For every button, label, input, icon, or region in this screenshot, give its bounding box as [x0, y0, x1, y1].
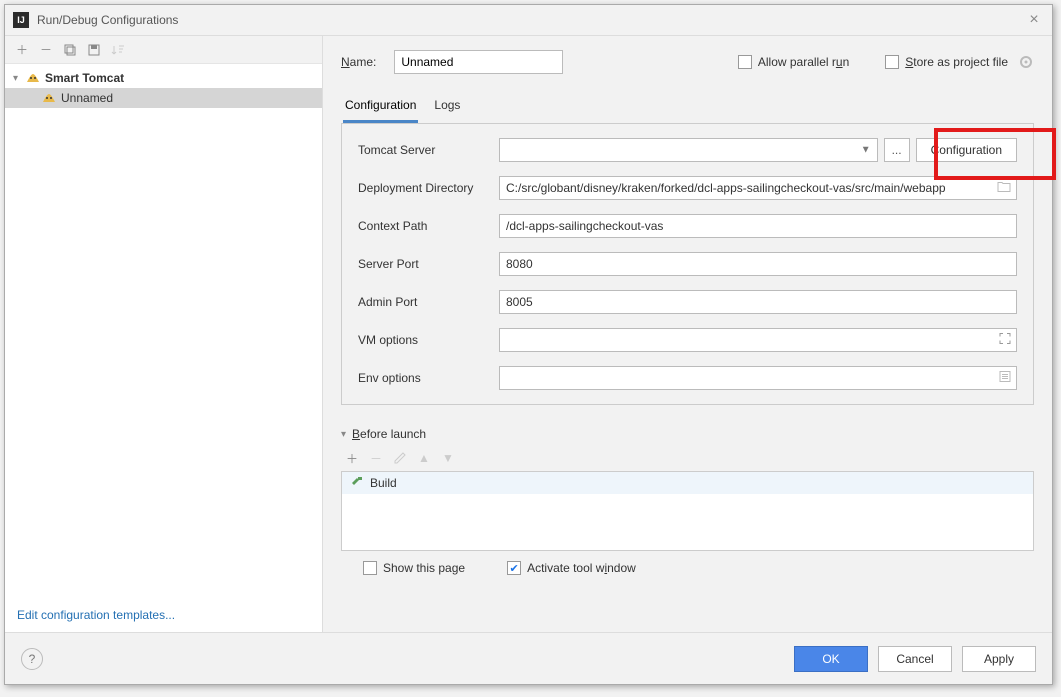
help-icon[interactable]: ?	[21, 648, 43, 670]
server-port-label: Server Port	[358, 257, 493, 271]
name-label: Name:	[341, 55, 376, 69]
left-panel: ＋ － ▾ Smart Tomcat	[5, 36, 323, 632]
sort-icon[interactable]	[111, 43, 125, 57]
hammer-icon	[350, 475, 364, 492]
checkbox-icon	[363, 561, 377, 575]
add-icon[interactable]: ＋	[15, 43, 29, 57]
tree-node-smart-tomcat[interactable]: ▾ Smart Tomcat	[5, 68, 322, 88]
before-launch-list: Build	[341, 471, 1034, 551]
right-panel: Name: Allow parallel run Store as projec…	[323, 36, 1052, 632]
tabs: Configuration Logs	[341, 92, 1034, 124]
list-icon[interactable]	[999, 371, 1011, 386]
configuration-form: Tomcat Server ▼ ... Configuration Deploy…	[341, 124, 1034, 405]
config-tree: ▾ Smart Tomcat Unnamed	[5, 64, 322, 598]
vm-options-input[interactable]	[499, 328, 1017, 352]
name-row: Name: Allow parallel run Store as projec…	[341, 50, 1034, 74]
folder-icon[interactable]	[997, 181, 1011, 196]
tree-node-unnamed[interactable]: Unnamed	[5, 88, 322, 108]
vm-options-label: VM options	[358, 333, 493, 347]
cancel-button[interactable]: Cancel	[878, 646, 952, 672]
edit-configuration-templates-link[interactable]: Edit configuration templates...	[5, 598, 322, 632]
before-launch-toolbar: ＋ － ▲ ▼	[341, 445, 1034, 471]
activate-tool-window-checkbox[interactable]: Activate tool window	[507, 561, 636, 575]
checkbox-icon	[885, 55, 899, 69]
tab-configuration[interactable]: Configuration	[343, 92, 418, 123]
expand-icon[interactable]	[999, 333, 1011, 348]
down-icon[interactable]: ▼	[441, 451, 455, 465]
admin-port-label: Admin Port	[358, 295, 493, 309]
remove-icon[interactable]: －	[39, 43, 53, 57]
checkbox-icon	[738, 55, 752, 69]
tree-toolbar: ＋ －	[5, 36, 322, 64]
tomcat-server-label: Tomcat Server	[358, 143, 493, 157]
window-title: Run/Debug Configurations	[37, 13, 1024, 27]
apply-button[interactable]: Apply	[962, 646, 1036, 672]
list-item-label: Build	[370, 476, 397, 490]
allow-parallel-checkbox[interactable]: Allow parallel run	[738, 55, 849, 69]
before-launch-section: ▾ Before launch ＋ － ▲ ▼	[341, 423, 1034, 585]
checkbox-icon	[507, 561, 521, 575]
configuration-button[interactable]: Configuration	[916, 138, 1017, 162]
show-this-page-checkbox[interactable]: Show this page	[363, 561, 465, 575]
chevron-down-icon: ▼	[861, 145, 871, 156]
gear-icon[interactable]	[1018, 54, 1034, 70]
tomcat-icon	[41, 90, 57, 106]
tab-logs[interactable]: Logs	[432, 92, 462, 123]
list-item[interactable]: Build	[342, 472, 1033, 494]
before-launch-options: Show this page Activate tool window	[341, 551, 1034, 585]
deployment-directory-label: Deployment Directory	[358, 181, 493, 195]
save-icon[interactable]	[87, 43, 101, 57]
before-launch-header[interactable]: ▾ Before launch	[341, 423, 1034, 445]
up-icon[interactable]: ▲	[417, 451, 431, 465]
dialog-window: IJ Run/Debug Configurations × ＋ －	[4, 4, 1053, 685]
chevron-down-icon: ▾	[13, 73, 25, 84]
copy-icon[interactable]	[63, 43, 77, 57]
titlebar: IJ Run/Debug Configurations ×	[5, 5, 1052, 35]
app-icon: IJ	[13, 12, 29, 28]
ok-button[interactable]: OK	[794, 646, 868, 672]
deployment-directory-input[interactable]: C:/src/globant/disney/kraken/forked/dcl-…	[499, 176, 1017, 200]
edit-icon[interactable]	[393, 451, 407, 465]
store-as-project-file-checkbox[interactable]: Store as project file	[885, 54, 1034, 70]
dialog-footer: ? OK Cancel Apply	[5, 632, 1052, 684]
env-options-label: Env options	[358, 371, 493, 385]
context-path-label: Context Path	[358, 219, 493, 233]
tomcat-icon	[25, 70, 41, 86]
context-path-input[interactable]: /dcl-apps-sailingcheckout-vas	[499, 214, 1017, 238]
name-input[interactable]	[394, 50, 563, 74]
admin-port-input[interactable]: 8005	[499, 290, 1017, 314]
add-icon[interactable]: ＋	[345, 451, 359, 465]
chevron-down-icon: ▾	[341, 429, 346, 440]
remove-icon[interactable]: －	[369, 451, 383, 465]
browse-button[interactable]: ...	[884, 138, 910, 162]
tree-label: Unnamed	[61, 91, 113, 105]
env-options-input[interactable]	[499, 366, 1017, 390]
tomcat-server-select[interactable]: ▼	[499, 138, 878, 162]
dialog-body: ＋ － ▾ Smart Tomcat	[5, 35, 1052, 632]
server-port-input[interactable]: 8080	[499, 252, 1017, 276]
tree-label: Smart Tomcat	[45, 71, 124, 85]
close-icon[interactable]: ×	[1024, 11, 1044, 29]
